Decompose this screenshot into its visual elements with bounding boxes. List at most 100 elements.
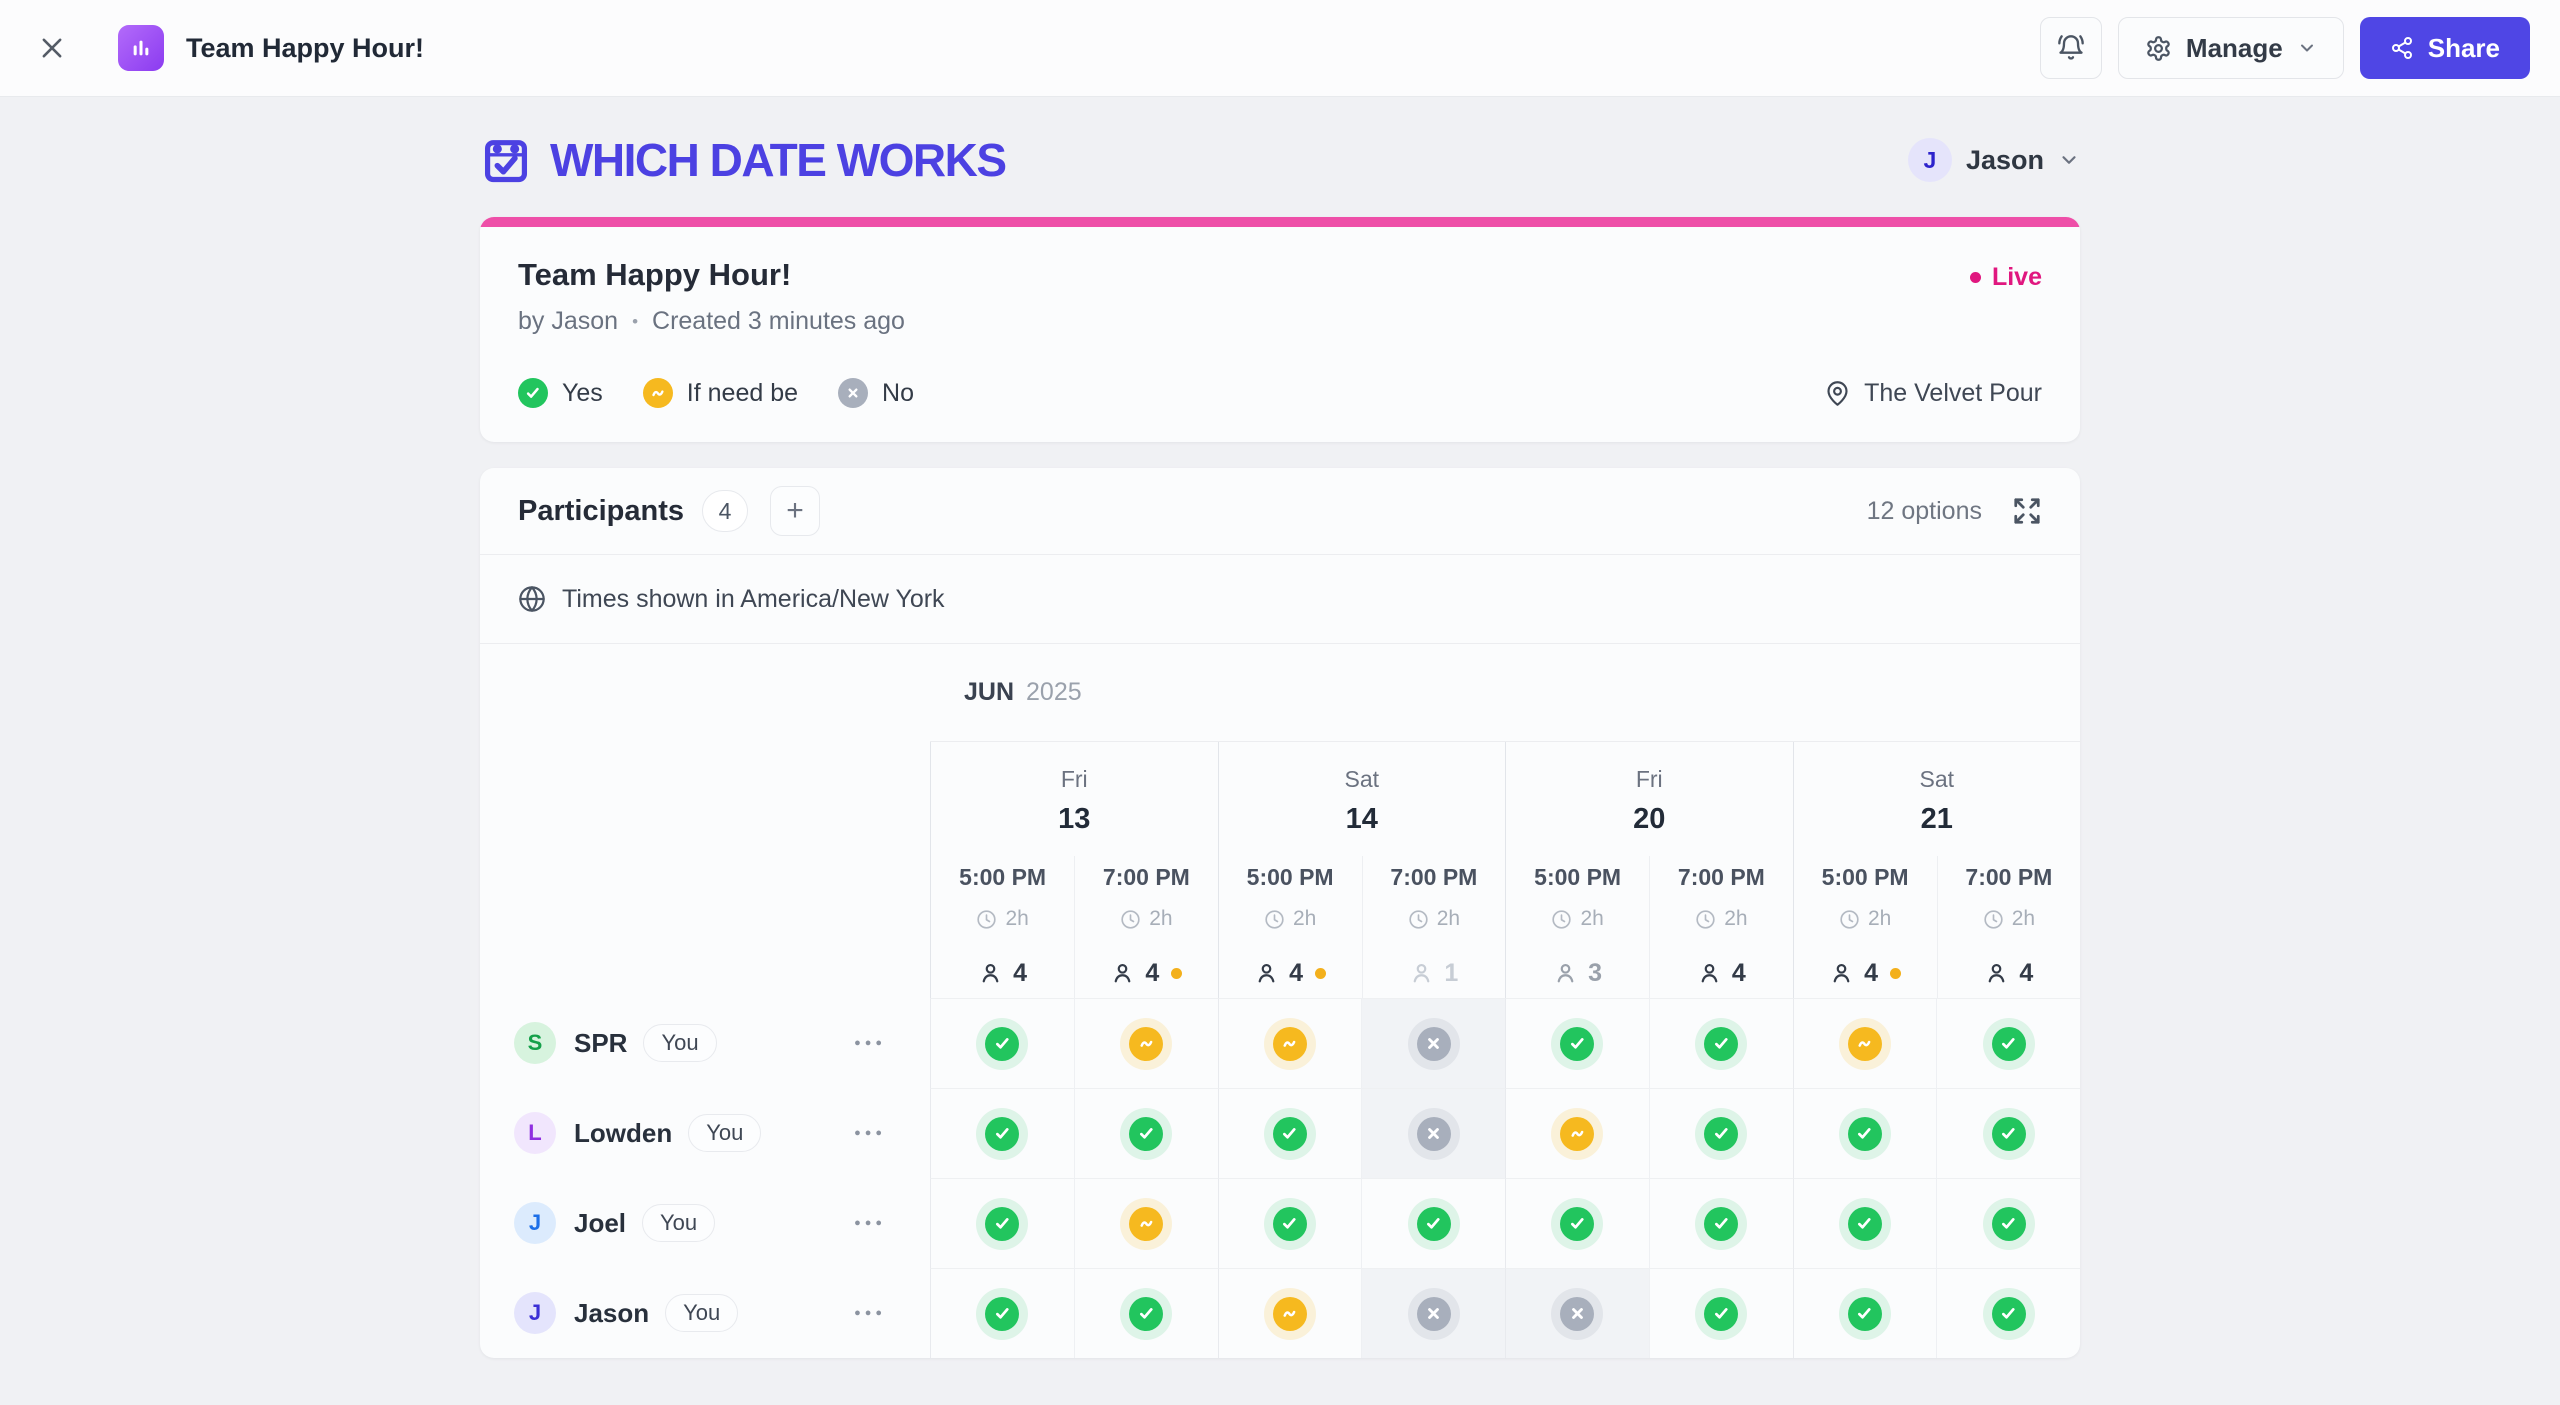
vote-cell[interactable] — [930, 1178, 1074, 1268]
app-logo: WHICH DATE WORKS — [480, 132, 1006, 188]
time-slot-header[interactable]: 7:00 PM2h4 — [1074, 856, 1217, 998]
time-slot-header[interactable]: 7:00 PM2h1 — [1362, 856, 1505, 998]
event-author: by Jason — [518, 307, 618, 336]
vote-cell[interactable] — [1936, 1088, 2080, 1178]
vote-cell[interactable] — [1361, 998, 1505, 1088]
participants-card: Participants 4 + 12 options Times shown … — [480, 468, 2080, 1358]
vote-cell[interactable] — [1218, 998, 1362, 1088]
vote-cell[interactable] — [1218, 1088, 1362, 1178]
vote-if-need-be-icon — [1848, 1027, 1882, 1061]
calendar-check-icon — [480, 132, 532, 188]
you-badge: You — [643, 1024, 716, 1062]
live-badge: Live — [1970, 263, 2042, 292]
event-accent-bar — [480, 217, 2080, 227]
vote-cell[interactable] — [930, 1268, 1074, 1358]
vote-if-need-be-icon — [1273, 1027, 1307, 1061]
vote-cell[interactable] — [1936, 1268, 2080, 1358]
user-menu[interactable]: J Jason — [1908, 138, 2080, 182]
time-slot-header[interactable]: 5:00 PM2h3 — [1506, 856, 1649, 998]
attendee-count-number: 4 — [1732, 959, 1746, 988]
vote-legend: Yes If need be No The Velvet Pour — [518, 378, 2042, 408]
time-slot-header[interactable]: 5:00 PM2h4 — [1794, 856, 1937, 998]
vote-cell[interactable] — [1793, 1268, 1937, 1358]
time-slot-grid: 5:00 PM2h37:00 PM2h4 — [1506, 856, 1793, 998]
attendee-count-number: 4 — [1145, 959, 1159, 988]
legend-item-if-need-be: If need be — [643, 378, 798, 408]
legend-item-yes: Yes — [518, 378, 603, 408]
vote-cell[interactable] — [1793, 998, 1937, 1088]
duration-label: 2h — [1120, 907, 1172, 931]
notifications-bell-button[interactable] — [2040, 17, 2102, 79]
time-slot-header[interactable]: 7:00 PM2h4 — [1649, 856, 1792, 998]
vote-cell[interactable] — [1505, 1268, 1649, 1358]
live-label: Live — [1992, 263, 2042, 292]
vote-cell[interactable] — [1649, 1178, 1793, 1268]
vote-cell[interactable] — [1361, 1088, 1505, 1178]
vote-cell[interactable] — [1649, 1268, 1793, 1358]
participant-avatar: J — [514, 1202, 556, 1244]
vote-cell[interactable] — [1074, 1268, 1218, 1358]
vote-no-icon — [1417, 1027, 1451, 1061]
time-slot-header[interactable]: 5:00 PM2h4 — [1219, 856, 1362, 998]
participant-avatar: J — [514, 1292, 556, 1334]
vote-cell[interactable] — [1074, 998, 1218, 1088]
vote-cell[interactable] — [1218, 1178, 1362, 1268]
user-avatar: J — [1908, 138, 1952, 182]
month-label: JUN — [964, 678, 1014, 707]
day-date-label: 13 — [931, 803, 1218, 836]
map-pin-icon — [1824, 380, 1851, 407]
vote-cell[interactable] — [1649, 1088, 1793, 1178]
participant-row-joel: JJoelYou●●● — [480, 1178, 930, 1268]
vote-cell[interactable] — [1936, 998, 2080, 1088]
vote-cell[interactable] — [1505, 1178, 1649, 1268]
participants-header: Participants 4 + 12 options — [480, 468, 2080, 554]
vote-cell[interactable] — [1361, 1268, 1505, 1358]
vote-cell[interactable] — [1936, 1178, 2080, 1268]
vote-cell[interactable] — [1793, 1088, 1937, 1178]
vote-yes-icon — [1129, 1117, 1163, 1151]
vote-cell[interactable] — [930, 1088, 1074, 1178]
year-label: 2025 — [1026, 678, 1082, 707]
vote-cell[interactable] — [1074, 1088, 1218, 1178]
duration-text: 2h — [1293, 907, 1316, 931]
vote-cell[interactable] — [1218, 1268, 1362, 1358]
event-card: Team Happy Hour! by Jason • Created 3 mi… — [480, 217, 2080, 442]
day-name-label: Fri — [931, 766, 1218, 793]
legend-item-no: No — [838, 378, 914, 408]
vote-cell[interactable] — [1505, 1088, 1649, 1178]
row-menu-button[interactable]: ●●● — [854, 1307, 886, 1319]
attendee-count-number: 4 — [1864, 959, 1878, 988]
time-label: 7:00 PM — [1965, 864, 2052, 891]
vote-cell[interactable] — [1361, 1178, 1505, 1268]
attendee-count: 4 — [1984, 959, 2033, 988]
time-slot-header[interactable]: 7:00 PM 2h 4 — [1937, 856, 2080, 998]
add-participant-button[interactable]: + — [770, 486, 820, 536]
vote-yes-icon — [1848, 1297, 1882, 1331]
duration-text: 2h — [1724, 907, 1747, 931]
duration-text: 2h — [2012, 907, 2035, 931]
expand-button[interactable] — [2012, 496, 2042, 526]
no-x-icon — [838, 378, 868, 408]
participant-name: SPR — [574, 1028, 627, 1059]
person-icon — [1254, 961, 1279, 986]
share-button[interactable]: Share — [2360, 17, 2530, 79]
attendee-count-number: 4 — [2019, 959, 2033, 988]
row-menu-button[interactable]: ●●● — [854, 1037, 886, 1049]
day-date-label: 20 — [1506, 803, 1793, 836]
vote-cell[interactable] — [1074, 1178, 1218, 1268]
vote-yes-icon — [1992, 1027, 2026, 1061]
manage-button[interactable]: Manage — [2118, 17, 2344, 79]
attendee-count: 1 — [1409, 959, 1458, 988]
row-menu-button[interactable]: ●●● — [854, 1217, 886, 1229]
vote-cell[interactable] — [1793, 1178, 1937, 1268]
vote-cell[interactable] — [1505, 998, 1649, 1088]
vote-cell[interactable] — [930, 998, 1074, 1088]
vote-cell[interactable] — [1649, 998, 1793, 1088]
user-name: Jason — [1966, 145, 2044, 176]
day-group-fri-13: Fri135:00 PM2h47:00 PM2h4 — [930, 742, 1218, 998]
close-icon[interactable] — [30, 26, 74, 70]
time-slot-header[interactable]: 5:00 PM2h4 — [931, 856, 1074, 998]
schedule-grid: JUN2025Fri135:00 PM2h47:00 PM2h4Sat145:0… — [480, 644, 2080, 1358]
row-menu-button[interactable]: ●●● — [854, 1127, 886, 1139]
vote-yes-icon — [1273, 1117, 1307, 1151]
